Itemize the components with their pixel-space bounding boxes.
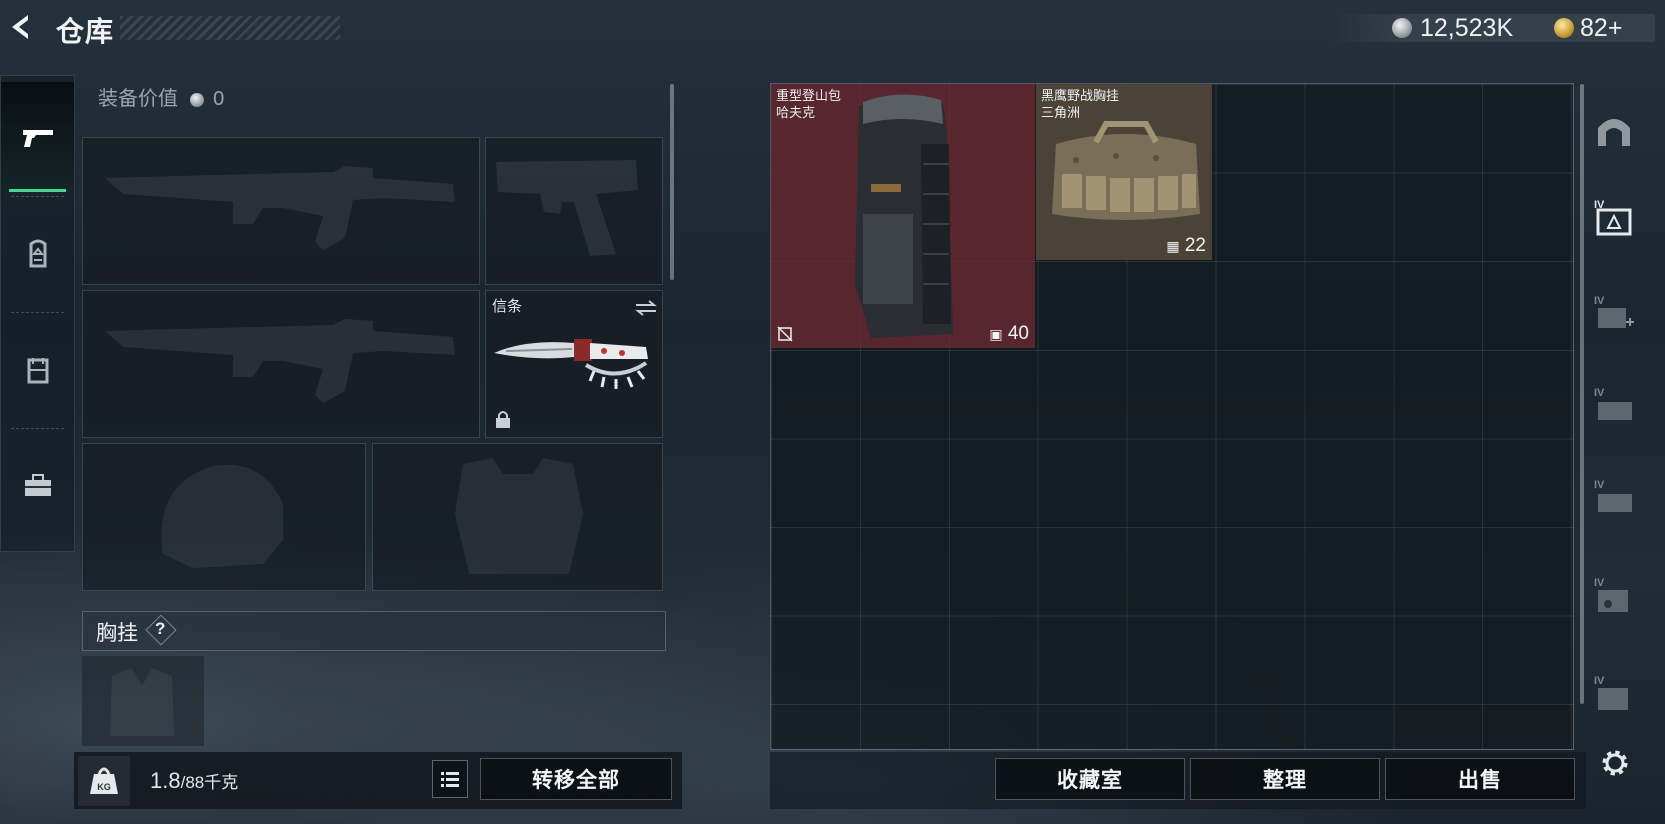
- secondary-rifle-slot[interactable]: [82, 290, 480, 438]
- collection-room-button[interactable]: 收藏室: [995, 758, 1185, 800]
- toolbox-icon: [24, 474, 51, 496]
- svg-text:IV: IV: [1594, 577, 1605, 589]
- container-slot-1[interactable]: IV: [1592, 196, 1636, 240]
- sell-button[interactable]: 出售: [1385, 758, 1575, 800]
- silver-coin-icon: [1392, 18, 1412, 38]
- nav-chest-rig[interactable]: [1, 314, 74, 426]
- lock-icon: [496, 411, 510, 428]
- back-arrow-icon[interactable]: [6, 12, 34, 42]
- secondary-weapon-slot[interactable]: [485, 137, 663, 285]
- silver-amount: 12,523K: [1420, 14, 1514, 42]
- chest-rig-label: 胸挂: [96, 622, 138, 645]
- container-slot-6[interactable]: IV: [1592, 672, 1636, 716]
- rifle-icon: [105, 319, 455, 403]
- nav-backpack[interactable]: [1, 198, 74, 310]
- item-name: 黑鹰野战胸挂 三角洲: [1041, 88, 1120, 120]
- weight-box: KG: [78, 756, 130, 806]
- rifle-icon: [105, 166, 455, 250]
- equipment-value: 装备价值 0: [98, 88, 225, 110]
- backpack-icon: [29, 239, 46, 268]
- armor-slot[interactable]: [372, 443, 663, 591]
- storage-item-chest-rig[interactable]: 黑鹰野战胸挂 三角洲 ▦ 22: [1036, 84, 1212, 260]
- melee-slot[interactable]: 信条: [485, 290, 663, 438]
- container-icon: IV: [1594, 295, 1634, 328]
- container-icon: IV: [1594, 387, 1632, 420]
- armor-vest-icon: [455, 458, 583, 574]
- nav-weapons[interactable]: [1, 82, 74, 194]
- pistol-icon: [496, 160, 638, 256]
- container-slot-5[interactable]: IV: [1592, 574, 1636, 618]
- rig-icon: [110, 668, 174, 736]
- page-title: 仓库: [56, 16, 115, 47]
- primary-weapon-slot[interactable]: [82, 137, 480, 285]
- capacity-icon: ▦: [1166, 238, 1180, 254]
- add-gold-icon[interactable]: +: [1608, 14, 1623, 42]
- gold-coin-icon: [1554, 18, 1574, 38]
- svg-text:KG: KG: [97, 782, 111, 792]
- gear-icon[interactable]: [1598, 746, 1632, 780]
- backpack-icon: [855, 94, 953, 338]
- storage-item-backpack[interactable]: 重型登山包 哈夫克 ▣ 40: [771, 84, 1035, 348]
- rig-icon: [27, 358, 48, 384]
- svg-text:IV: IV: [1594, 675, 1605, 687]
- svg-text:IV: IV: [1594, 295, 1605, 307]
- gold-amount-button[interactable]: 82+: [1580, 14, 1622, 43]
- pistol-icon: [22, 130, 53, 147]
- svg-text:IV: IV: [1594, 479, 1605, 491]
- container-icon: IV: [1594, 479, 1632, 512]
- no-insure-icon: [777, 326, 793, 342]
- bunker-icon[interactable]: [1592, 108, 1636, 152]
- swap-icon[interactable]: [634, 299, 658, 317]
- item-name: 重型登山包 哈夫克: [776, 88, 842, 120]
- storage-scrollbar[interactable]: [1580, 84, 1584, 704]
- list-icon: [441, 772, 459, 787]
- weight-icon: KG: [90, 767, 118, 794]
- item-capacity: ▦ 22: [1166, 235, 1206, 256]
- silver-coin-icon: [189, 92, 204, 107]
- nav-toolbox[interactable]: [1, 430, 74, 542]
- chest-rig-slot[interactable]: [82, 656, 204, 746]
- container-slot-2[interactable]: IV: [1592, 292, 1636, 336]
- container-icon: IV: [1594, 199, 1632, 236]
- help-mark: ?: [155, 619, 166, 638]
- container-slot-4[interactable]: IV: [1592, 476, 1636, 520]
- item-capacity: ▣ 40: [989, 323, 1029, 344]
- category-nav: [0, 75, 75, 552]
- list-view-button[interactable]: [432, 760, 468, 798]
- equipment-scrollbar[interactable]: [670, 84, 674, 280]
- svg-text:IV: IV: [1594, 387, 1605, 399]
- helmet-slot[interactable]: [82, 443, 366, 591]
- transfer-all-button[interactable]: 转移全部: [480, 758, 672, 800]
- container-icon: IV: [1594, 675, 1628, 710]
- weight-readout: 1.8/88千克: [150, 768, 239, 793]
- title-stripe: [120, 16, 340, 40]
- organize-button[interactable]: 整理: [1190, 758, 1380, 800]
- capacity-icon: ▣: [989, 326, 1003, 342]
- container-slot-3[interactable]: IV: [1592, 384, 1636, 428]
- helmet-icon: [161, 464, 283, 568]
- container-icon: IV: [1594, 577, 1628, 612]
